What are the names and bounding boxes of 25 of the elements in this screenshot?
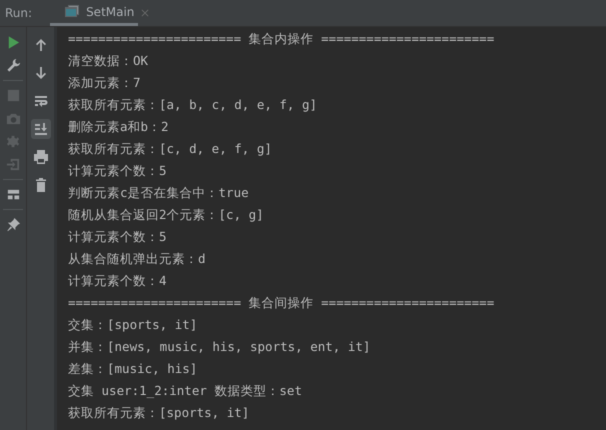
console-line: ======================= 集合间操作 ======================= — [68, 294, 496, 312]
run-tab[interactable]: SetMain — [50, 0, 138, 26]
console-line: 差集：[music, his] — [68, 360, 198, 378]
console-line: 判断元素c是否在集合中：true — [68, 184, 250, 202]
console-line: 计算元素个数：5 — [68, 162, 168, 180]
window-icon — [64, 4, 80, 20]
console-line: 交集 user:1_2:inter 数据类型：set — [68, 382, 303, 400]
console-line: 计算元素个数：4 — [68, 272, 168, 290]
console-line: 并集：[news, music, his, sports, ent, it] — [68, 338, 372, 356]
console-line: 获取所有元素：[a, b, c, d, e, f, g] — [68, 96, 318, 114]
scroll-to-end-icon[interactable] — [30, 119, 50, 139]
console-line: ======================= 集合内操作 ======================= — [68, 30, 496, 48]
pin-icon[interactable] — [6, 217, 20, 232]
console-line: 获取所有元素：[sports, it] — [68, 404, 250, 422]
console-line: 随机从集合返回2个元素：[c, g] — [68, 206, 265, 224]
console-line: 计算元素个数：5 — [68, 228, 168, 246]
console-line: 交集：[sports, it] — [68, 316, 198, 334]
console-line: 添加元素：7 — [68, 74, 142, 92]
run-label: Run: — [5, 6, 32, 20]
console-line: 从集合随机弹出元素：d — [68, 250, 207, 268]
wrench-icon[interactable] — [6, 58, 20, 73]
console-line: 删除元素a和b：2 — [68, 118, 170, 136]
console-line: 获取所有元素：[c, d, e, f, g] — [68, 140, 273, 158]
layout-icon[interactable] — [6, 187, 20, 202]
console-line: 清空数据：OK — [68, 52, 150, 70]
